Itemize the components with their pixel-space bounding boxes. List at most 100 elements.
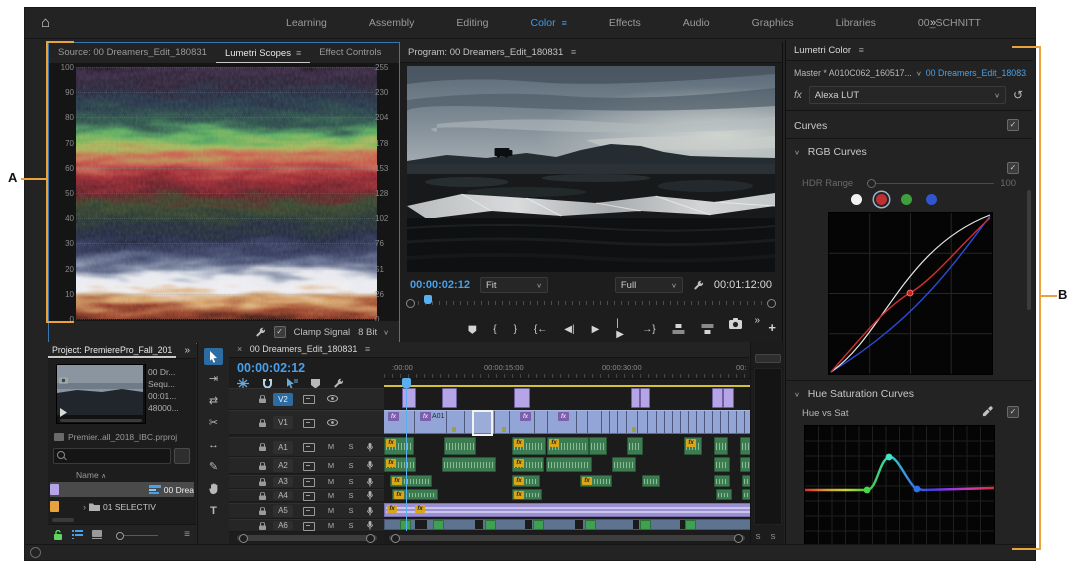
track-lock-icon[interactable] [259, 492, 266, 500]
filter-bin-button[interactable] [174, 448, 190, 464]
blue-channel-dot[interactable] [926, 194, 937, 205]
timeline-playhead-head[interactable] [402, 378, 411, 388]
panel-menu-icon[interactable]: ≡ [365, 344, 370, 354]
go-to-in-button[interactable]: {← [534, 324, 547, 335]
scrubber-left-knob[interactable] [406, 299, 415, 308]
panel-menu-icon[interactable]: ≡ [296, 48, 301, 58]
voiceover-mic-icon[interactable] [367, 478, 373, 487]
audio-clip-a2[interactable]: fx [384, 457, 416, 472]
mute-button[interactable]: M [327, 521, 335, 530]
track-header-a5[interactable]: A5MS [229, 503, 384, 519]
source-patch-icon[interactable] [303, 395, 315, 404]
audio-clip-a2[interactable] [714, 457, 730, 472]
source-patch-icon[interactable] [303, 443, 315, 452]
workspace-overflow-icon[interactable]: » [930, 8, 936, 38]
go-to-out-button[interactable]: →} [642, 324, 655, 335]
audio-clip-a3[interactable]: fx [580, 475, 612, 487]
hue-vs-sat-checkbox[interactable]: ✓ [1007, 406, 1019, 418]
scopes-tab[interactable]: Lumetri Scopes≡ [216, 43, 310, 64]
close-tab-icon[interactable]: × [237, 344, 242, 354]
project-item-sequence[interactable]: 00 Drea [50, 482, 194, 497]
source-patch-icon[interactable] [303, 507, 315, 516]
audio-clip-a1[interactable]: fx [384, 437, 414, 455]
rgb-curves-section[interactable]: ∨ RGB Curves [794, 146, 1033, 158]
program-playhead[interactable] [424, 295, 432, 304]
track-header-a2[interactable]: A2MS [229, 457, 384, 474]
video-clip-v2[interactable] [514, 388, 530, 408]
export-frame-button[interactable] [729, 318, 742, 329]
project-footer-menu-icon[interactable]: ≡ [184, 529, 190, 540]
lift-button[interactable] [673, 324, 685, 334]
curves-enable-checkbox[interactable]: ✓ [1007, 119, 1019, 131]
source-patch-icon[interactable] [303, 478, 315, 487]
workspace-tab-graphics[interactable]: Graphics [731, 8, 815, 38]
active-workspace-menu-icon[interactable]: ≡ [562, 18, 567, 28]
tool-track-select[interactable]: ⇥ [204, 370, 223, 387]
timeline-timecode[interactable]: 00:00:02:12 [237, 361, 305, 375]
add-marker-button[interactable] [468, 324, 476, 335]
audio-clip-a1[interactable] [627, 437, 643, 455]
track-lock-icon[interactable] [259, 462, 266, 470]
workspace-tab-audio[interactable]: Audio [662, 8, 731, 38]
audio-clip-a3[interactable]: fx [512, 475, 540, 487]
track-header-a6[interactable]: A6MS [229, 519, 384, 532]
track-lock-icon[interactable] [259, 507, 266, 515]
list-view-icon[interactable] [72, 530, 83, 539]
h-scroll-stub[interactable] [52, 518, 74, 522]
voiceover-mic-icon[interactable] [367, 443, 373, 452]
track-lock-icon[interactable] [259, 443, 266, 451]
track-header-a1[interactable]: A1MS [229, 437, 384, 457]
clip-preview-thumbnail[interactable] [56, 364, 146, 424]
item-label[interactable]: 00 Drea [164, 485, 194, 495]
panel-scrollbar[interactable] [1027, 190, 1031, 310]
solo-button[interactable]: S [347, 506, 355, 515]
track-lock-icon[interactable] [259, 419, 266, 427]
toggle-track-output-eye-icon[interactable] [327, 419, 338, 426]
clamp-signal-checkbox[interactable]: ✓ [274, 326, 286, 338]
voiceover-mic-icon[interactable] [367, 461, 373, 470]
audio-clip-a1[interactable] [714, 437, 728, 455]
tool-selection[interactable] [204, 348, 223, 365]
source-patch-icon[interactable] [303, 419, 315, 428]
workspace-tab-color[interactable]: Color≡ [510, 8, 588, 38]
audio-clip-a3[interactable] [714, 475, 730, 487]
mark-out-button[interactable]: } [514, 324, 517, 335]
track-lock-icon[interactable] [259, 522, 266, 530]
clips-h-scrollbar[interactable] [389, 535, 745, 541]
meter-solo-buttons[interactable]: S S [751, 532, 784, 541]
timeline-playhead-line[interactable] [406, 387, 407, 531]
workspace-tab-editing[interactable]: Editing [435, 8, 509, 38]
mark-in-button[interactable]: { [493, 324, 496, 335]
program-panel-header[interactable]: Program: 00 Dreamers_Edit_180831 ≡ [400, 42, 782, 63]
track-lock-icon[interactable] [259, 478, 266, 486]
tool-slip[interactable]: ↔ [204, 436, 223, 453]
scrubber-right-knob[interactable] [767, 299, 776, 308]
track-header-a3[interactable]: A3MS [229, 475, 384, 489]
hue-vs-sat-curve-editor[interactable] [804, 425, 995, 547]
play-button[interactable]: ▶ [592, 324, 600, 335]
video-clip-v2[interactable] [640, 388, 650, 408]
track-target-a4[interactable]: A4 [273, 491, 293, 500]
timeline-tab[interactable]: × 00 Dreamers_Edit_180831 ≡ [229, 342, 749, 358]
red-channel-dot[interactable] [876, 194, 887, 205]
rgb-curve-editor[interactable] [828, 212, 993, 375]
audio-clip-a1[interactable]: fx [547, 437, 589, 455]
project-overflow-icon[interactable]: » [184, 345, 196, 356]
mute-button[interactable]: M [327, 461, 335, 470]
solo-button[interactable]: S [347, 477, 355, 486]
program-scrubber[interactable] [410, 298, 772, 308]
tool-pen[interactable]: ✎ [204, 458, 223, 475]
track-target-a2[interactable]: A2 [273, 459, 293, 472]
timeline-ruler[interactable]: :00:0000:00:15:0000:00:30:0000: [384, 362, 752, 379]
header-h-scrollbar[interactable] [237, 535, 377, 541]
curves-section-label[interactable]: Curves [794, 120, 1033, 132]
voiceover-mic-icon[interactable] [367, 521, 373, 530]
extract-button[interactable] [702, 324, 714, 334]
hue-sat-curves-section[interactable]: ∨ Hue Saturation Curves [794, 388, 1033, 400]
adaptive-track-a6[interactable] [384, 519, 752, 530]
project-panel-tab[interactable]: Project: PremierePro_Fall_201 [48, 342, 176, 358]
mute-button[interactable]: M [327, 491, 335, 500]
item-label[interactable]: 01 SELECTIV [103, 502, 156, 512]
video-clip-v2[interactable] [402, 388, 416, 408]
meters-scroll-stub[interactable] [755, 354, 781, 363]
